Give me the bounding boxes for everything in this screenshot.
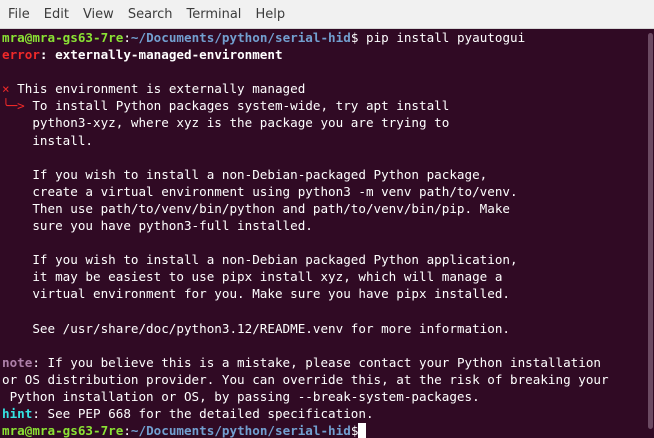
body-line: virtual environment for you. Make sure y… [2,286,510,302]
arrow-icon: ╰─> [2,98,25,114]
cross-icon: × [2,81,10,97]
menu-file[interactable]: File [0,0,37,29]
body-line: See /usr/share/doc/python3.12/README.ven… [2,320,510,336]
body-line: ╰─> To install Python packages system-wi… [2,97,654,114]
body-text: To install Python packages system-wide, … [24,98,450,114]
hint-line: hint: See PEP 668 for the detailed speci… [2,405,654,422]
body-line: sure you have python3-full installed. [2,218,313,234]
body-line [2,303,654,320]
body-line: create a virtual environment using pytho… [2,183,518,199]
prompt-userhost: mra@mra-gs63-7re [2,30,124,45]
prompt-colon: : [123,423,131,438]
note-label: note [2,354,33,370]
prompt-path: ~/Documents/python/serial-hid [130,30,351,45]
headline-line: × This environment is externally managed [2,80,654,97]
error-line: error: externally-managed-environment [2,46,654,63]
prompt-path: ~/Documents/python/serial-hid [130,423,351,438]
menu-edit[interactable]: Edit [37,0,76,29]
body-line: install. [2,132,93,148]
command-text: pip install pyautogui [358,30,526,45]
error-label: error [2,47,40,63]
current-prompt-line[interactable]: mra@mra-gs63-7re:~/Documents/python/seri… [2,422,654,438]
body-line: If you wish to install a non-Debian-pack… [2,166,488,182]
prompt-colon: : [123,30,131,45]
scrollbar-thumb[interactable] [648,33,653,429]
text-cursor [358,423,367,438]
note-line: or OS distribution provider. You can ove… [2,371,609,387]
note-line: note: If you believe this is a mistake, … [2,354,654,371]
menu-search[interactable]: Search [121,0,180,29]
headline-text: This environment is externally managed [9,81,306,97]
body-line: Then use path/to/venv/bin/python and pat… [2,200,510,216]
hint-text: : See PEP 668 for the detailed specifica… [32,406,374,422]
body-line [2,149,654,166]
terminal-output[interactable]: mra@mra-gs63-7re:~/Documents/python/seri… [0,29,654,438]
body-line: If you wish to install a non-Debian pack… [2,252,518,268]
note-text: : If you believe this is a mistake, plea… [32,354,601,370]
body-line [2,337,654,354]
error-message: externally-managed-environment [55,47,283,63]
hint-label: hint [2,406,33,422]
menu-view[interactable]: View [76,0,121,29]
menu-terminal[interactable]: Terminal [179,0,248,29]
terminal-lines: mra@mra-gs63-7re:~/Documents/python/seri… [2,29,654,438]
menu-help[interactable]: Help [248,0,292,29]
prompt-userhost: mra@mra-gs63-7re [2,423,124,438]
prompt-symbol: $ [350,423,359,438]
menu-bar: File Edit View Search Terminal Help [0,0,654,29]
note-line: Python installation or OS, by passing --… [2,388,480,404]
body-line: it may be easiest to use pipx install xy… [2,269,503,285]
body-line [2,234,654,251]
body-line: python3-xyz, where xyz is the package yo… [2,115,450,131]
scrollbar[interactable] [646,29,654,438]
error-separator: : [39,47,56,63]
command-line: mra@mra-gs63-7re:~/Documents/python/seri… [2,29,654,46]
